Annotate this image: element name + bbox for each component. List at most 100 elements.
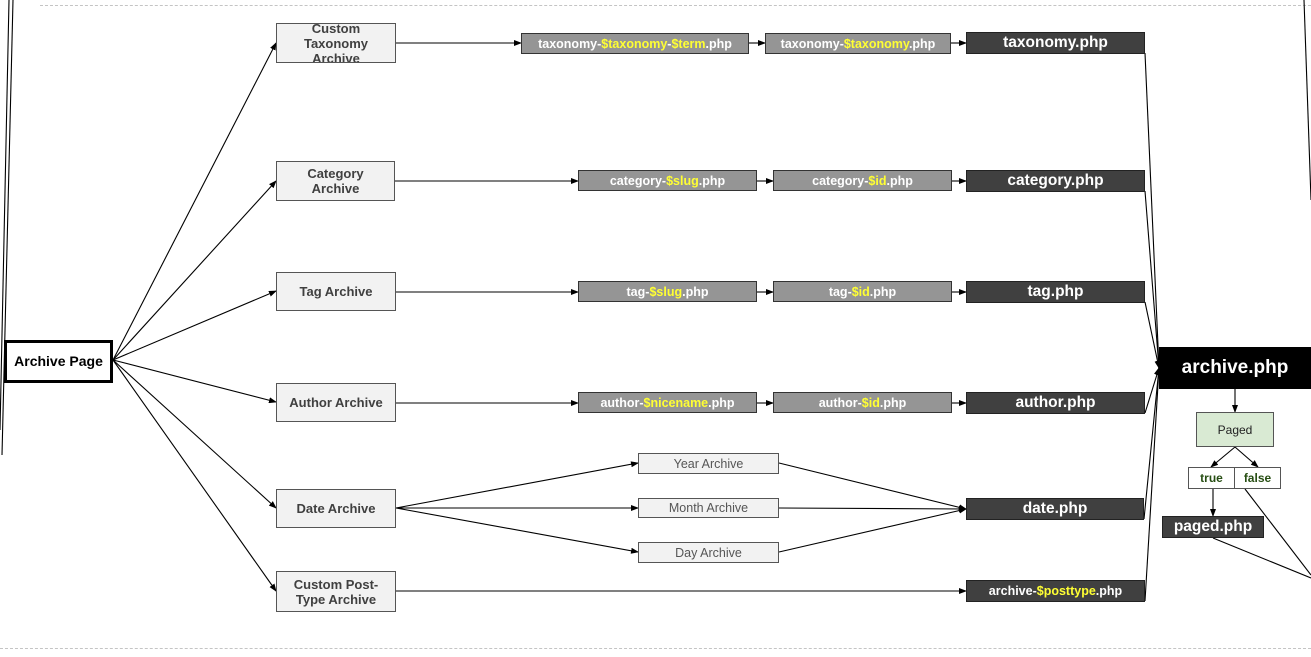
template-text: .php	[698, 173, 726, 188]
month-to-date-php-connector	[778, 505, 967, 512]
taxonomy-php-label: taxonomy.php	[1003, 34, 1108, 51]
author-nicename-template[interactable]: author-$nicename.php	[578, 392, 757, 413]
template-text: category-	[609, 173, 667, 188]
diagram-canvas: Archive Page Custom Taxonomy Archive Cat…	[0, 0, 1311, 657]
template-variable: $taxonomy	[601, 36, 668, 51]
template-text: tag-	[626, 284, 650, 299]
template-text: taxonomy-	[538, 36, 602, 51]
author-id-template[interactable]: author-$id.php	[773, 392, 952, 413]
author-php-node[interactable]: author.php	[966, 392, 1145, 414]
paged-php-node[interactable]: paged.php	[1162, 516, 1264, 538]
template-text: .php	[708, 395, 735, 410]
archive-posttype-template[interactable]: archive-$posttype.php	[966, 580, 1145, 602]
template-variable: $term	[671, 36, 706, 51]
year-to-date-php-connector	[778, 462, 967, 511]
tag-id-template[interactable]: tag-$id.php	[773, 281, 952, 302]
custom-post-type-archive-label: Custom Post-Type Archive	[293, 576, 379, 607]
year-archive-node[interactable]: Year Archive	[638, 453, 779, 474]
taxonomy-php-node[interactable]: taxonomy.php	[966, 32, 1145, 54]
root-to-branch-connector	[112, 359, 277, 404]
root-to-branch-connector	[112, 180, 277, 361]
template-text: .php	[908, 36, 936, 51]
paged-to-true-connector	[1210, 446, 1236, 468]
template-name-label: category-$id.php	[812, 174, 913, 188]
tag-php-label: tag.php	[1027, 283, 1084, 300]
date-archive-node[interactable]: Date Archive	[276, 489, 396, 528]
archive-php-node[interactable]: archive.php	[1159, 347, 1311, 389]
paged-true-option[interactable]: true	[1188, 467, 1235, 489]
fallback-to-archive-connector	[1144, 52, 1162, 369]
paged-to-false-connector	[1234, 446, 1259, 468]
template-variable: $slug	[649, 284, 683, 299]
paged-false-label: false	[1243, 471, 1272, 485]
template-variable: $posttype	[1036, 584, 1096, 598]
custom-taxonomy-archive-label: Custom Taxonomy Archive	[303, 23, 369, 63]
template-text: .php	[869, 284, 897, 299]
taxonomy-template-specific[interactable]: taxonomy-$taxonomy.php	[765, 33, 951, 54]
month-archive-node[interactable]: Month Archive	[638, 498, 779, 518]
paged-true-label: true	[1200, 471, 1223, 485]
template-text: .php	[879, 395, 907, 410]
month-archive-label: Month Archive	[668, 501, 749, 515]
template-name-label: taxonomy-$taxonomy.php	[781, 37, 936, 51]
template-variable: $slug	[666, 173, 699, 188]
date-php-node[interactable]: date.php	[966, 498, 1144, 520]
day-archive-label: Day Archive	[675, 545, 742, 560]
tag-archive-node[interactable]: Tag Archive	[276, 272, 396, 311]
template-text: category-	[812, 173, 869, 188]
template-text: tag-	[828, 284, 852, 299]
template-text: .php	[705, 36, 732, 51]
template-variable: $taxonomy	[843, 36, 909, 51]
category-php-label: category.php	[1007, 172, 1104, 189]
root-to-branch-connector	[112, 359, 277, 509]
root-to-branch-connector	[112, 42, 277, 361]
custom-taxonomy-archive-node[interactable]: Custom Taxonomy Archive	[276, 23, 396, 63]
category-php-node[interactable]: category.php	[966, 170, 1145, 192]
category-archive-label: Category Archive	[307, 166, 364, 196]
template-name-label: tag-$id.php	[829, 285, 896, 299]
category-slug-template[interactable]: category-$slug.php	[578, 170, 757, 191]
template-text: .php	[1095, 584, 1123, 598]
archive-page-label: Archive Page	[14, 353, 103, 369]
template-variable: $id	[868, 173, 887, 188]
template-name-label: author-$id.php	[819, 396, 907, 410]
tag-php-node[interactable]: tag.php	[966, 281, 1145, 303]
template-name-label: archive-$posttype.php	[989, 584, 1122, 598]
paged-check-node[interactable]: Paged	[1196, 412, 1274, 447]
archive-php-label: archive.php	[1181, 357, 1289, 378]
template-text: author-	[818, 395, 862, 410]
paged-php-out-connector	[1212, 537, 1311, 579]
template-name-label: taxonomy-$taxonomy-$term.php	[538, 37, 732, 51]
category-archive-node[interactable]: Category Archive	[276, 161, 395, 201]
template-name-label: category-$slug.php	[610, 174, 725, 188]
author-archive-node[interactable]: Author Archive	[276, 383, 396, 422]
template-text: .php	[682, 284, 709, 299]
category-id-template[interactable]: category-$id.php	[773, 170, 952, 191]
custom-post-type-archive-node[interactable]: Custom Post-Type Archive	[276, 571, 396, 612]
day-archive-node[interactable]: Day Archive	[638, 542, 779, 563]
template-name-label: author-$nicename.php	[600, 396, 734, 410]
tag-slug-template[interactable]: tag-$slug.php	[578, 281, 757, 302]
template-text: taxonomy-	[780, 36, 844, 51]
template-name-label: tag-$slug.php	[627, 285, 709, 299]
root-to-branch-connector	[112, 290, 277, 361]
template-variable: $nicename	[643, 395, 709, 410]
date-to-day-connector	[395, 507, 639, 554]
template-variable: $id	[851, 284, 870, 299]
author-php-label: author.php	[1015, 394, 1096, 411]
paged-php-label: paged.php	[1173, 518, 1253, 535]
year-archive-label: Year Archive	[673, 456, 744, 471]
date-php-label: date.php	[1022, 500, 1088, 517]
author-archive-label: Author Archive	[289, 395, 383, 410]
tag-archive-label: Tag Archive	[299, 284, 373, 299]
archive-page-node[interactable]: Archive Page	[4, 340, 113, 383]
root-to-branch-connector	[112, 359, 277, 592]
date-to-year-connector	[395, 461, 639, 509]
template-text: archive-	[988, 584, 1037, 598]
paged-false-option[interactable]: false	[1234, 467, 1281, 489]
paged-check-label: Paged	[1217, 422, 1253, 437]
template-text: author-	[600, 395, 644, 410]
frame-right-line	[1303, 0, 1311, 201]
taxonomy-term-template[interactable]: taxonomy-$taxonomy-$term.php	[521, 33, 749, 54]
day-to-date-php-connector	[778, 507, 967, 553]
